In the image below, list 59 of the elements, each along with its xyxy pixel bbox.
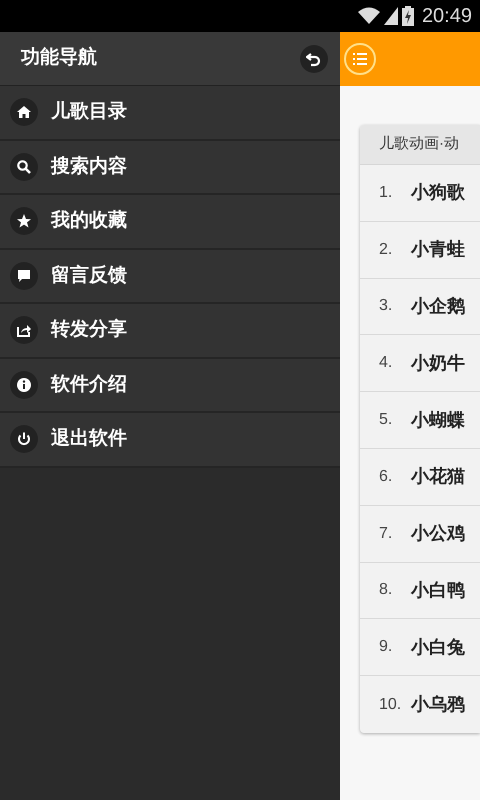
song-row[interactable]: 5. 小蝴蝶 (360, 392, 480, 449)
drawer-item[interactable]: 退出软件 (0, 413, 340, 468)
drawer-item[interactable]: 搜索内容 (0, 140, 340, 195)
song-row[interactable]: 7. 小公鸡 (360, 506, 480, 563)
home-icon (10, 98, 38, 126)
drawer-item-label: 转发分享 (51, 318, 127, 342)
drawer-item[interactable]: 留言反馈 (0, 250, 340, 304)
song-title: 小企鹅 (411, 294, 465, 318)
row-number: 6. (379, 466, 394, 487)
song-row[interactable]: 3. 小企鹅 (360, 278, 480, 336)
speech-bubble-icon (10, 262, 38, 290)
row-number: 4. (379, 353, 394, 374)
list-icon (353, 53, 367, 65)
song-row[interactable]: 1. 小狗歌 (360, 165, 480, 222)
song-row[interactable]: 4. 小奶牛 (360, 335, 480, 392)
battery-icon (402, 6, 414, 26)
search-icon (10, 152, 38, 181)
drawer-item[interactable]: 儿歌目录 (0, 86, 340, 140)
song-title: 小白鸭 (411, 578, 465, 602)
back-button[interactable] (300, 44, 328, 72)
row-number: 10. (379, 694, 402, 715)
song-title: 小花猫 (411, 465, 465, 488)
row-number: 7. (379, 524, 394, 544)
song-title: 小蝴蝶 (411, 408, 465, 432)
song-title: 小狗歌 (411, 181, 465, 204)
song-title: 小公鸡 (411, 522, 465, 546)
drawer-item-label: 留言反馈 (51, 264, 127, 288)
row-number: 1. (379, 182, 394, 203)
row-number: 8. (379, 580, 394, 600)
row-number: 2. (379, 240, 394, 260)
drawer-item-label: 我的收藏 (51, 208, 127, 233)
song-title: 小青蛙 (411, 238, 465, 262)
undo-arrow-icon (306, 50, 322, 66)
song-row[interactable]: 2. 小青蛙 (360, 222, 480, 279)
drawer-item-label: 儿歌目录 (51, 100, 127, 124)
power-icon (10, 425, 38, 454)
wifi-icon (358, 7, 380, 25)
row-number: 5. (379, 410, 394, 430)
drawer-item[interactable]: 我的收藏 (0, 195, 340, 250)
info-icon (10, 370, 38, 399)
song-row[interactable]: 10. 小乌鸦 (360, 676, 480, 733)
list-header: 儿歌动画·动 (379, 134, 459, 154)
row-number: 9. (379, 637, 394, 658)
drawer-item-label: 软件介绍 (51, 372, 127, 396)
row-number: 3. (379, 296, 394, 316)
song-title: 小乌鸦 (411, 693, 465, 716)
status-time: 20:49 (422, 4, 472, 29)
share-icon (10, 316, 38, 344)
signal-icon (384, 7, 398, 25)
song-row[interactable]: 9. 小白兔 (360, 619, 480, 676)
drawer-item[interactable]: 软件介绍 (0, 358, 340, 413)
song-row[interactable]: 6. 小花猫 (360, 448, 480, 506)
song-title: 小奶牛 (411, 352, 465, 375)
drawer-item[interactable]: 转发分享 (0, 304, 340, 358)
drawer-title: 功能导航 (21, 46, 97, 70)
drawer-item-label: 搜索内容 (51, 154, 127, 178)
song-title: 小白兔 (411, 636, 465, 659)
song-row[interactable]: 8. 小白鸭 (360, 562, 480, 620)
drawer-item-label: 退出软件 (51, 426, 127, 451)
